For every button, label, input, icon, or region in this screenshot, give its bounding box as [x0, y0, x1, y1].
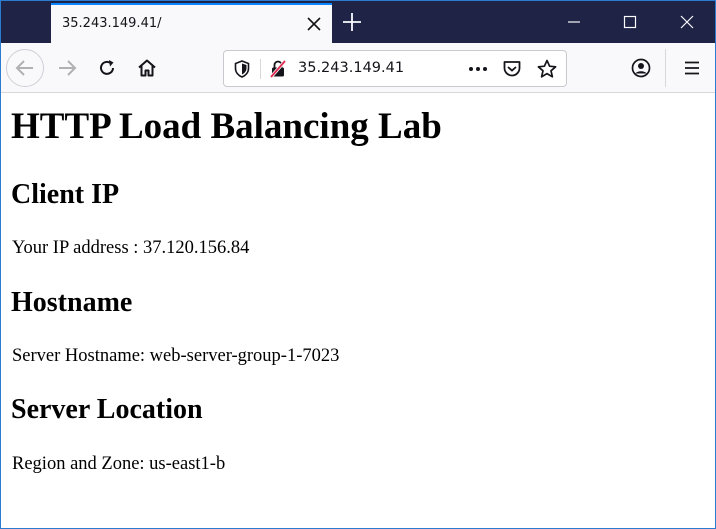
shield-icon[interactable] [232, 59, 252, 79]
tab-active[interactable]: 35.243.149.41/ [51, 3, 332, 43]
browser-window: 35.243.149.41/ 35.243.149.41 HTTP Load B… [0, 0, 716, 529]
hostname-text: Server Hostname: web-server-group-1-7023 [12, 346, 340, 366]
toolbar-separator [665, 49, 666, 87]
navigation-toolbar: 35.243.149.41 [1, 43, 715, 93]
maximize-icon[interactable] [602, 1, 658, 43]
minimize-icon[interactable] [546, 1, 602, 43]
hamburger-menu-icon[interactable] [677, 53, 707, 83]
reload-icon[interactable] [88, 49, 126, 87]
url-text[interactable]: 35.243.149.41 [298, 60, 404, 76]
page-content: HTTP Load Balancing Lab Client IP Your I… [1, 94, 715, 528]
plus-icon[interactable] [340, 10, 364, 34]
url-separator [260, 59, 261, 79]
close-icon[interactable] [304, 14, 324, 34]
insecure-lock-icon[interactable] [268, 59, 288, 79]
close-icon[interactable] [659, 1, 715, 43]
server-location-text: Region and Zone: us-east1-b [12, 454, 226, 474]
client-ip-heading: Client IP [11, 179, 120, 210]
pocket-icon[interactable] [501, 58, 523, 80]
more-dots-icon[interactable] [466, 59, 490, 79]
tab-title: 35.243.149.41/ [62, 16, 162, 31]
star-icon[interactable] [536, 58, 558, 80]
account-icon[interactable] [626, 53, 656, 83]
url-bar[interactable]: 35.243.149.41 [223, 50, 567, 87]
title-bar: 35.243.149.41/ [1, 1, 715, 43]
server-location-heading: Server Location [11, 394, 203, 425]
page-title: HTTP Load Balancing Lab [11, 106, 442, 147]
client-ip-text: Your IP address : 37.120.156.84 [12, 238, 250, 258]
back-arrow-icon[interactable] [6, 49, 44, 87]
forward-arrow-icon[interactable] [48, 49, 86, 87]
hostname-heading: Hostname [11, 287, 133, 318]
home-icon[interactable] [128, 49, 166, 87]
